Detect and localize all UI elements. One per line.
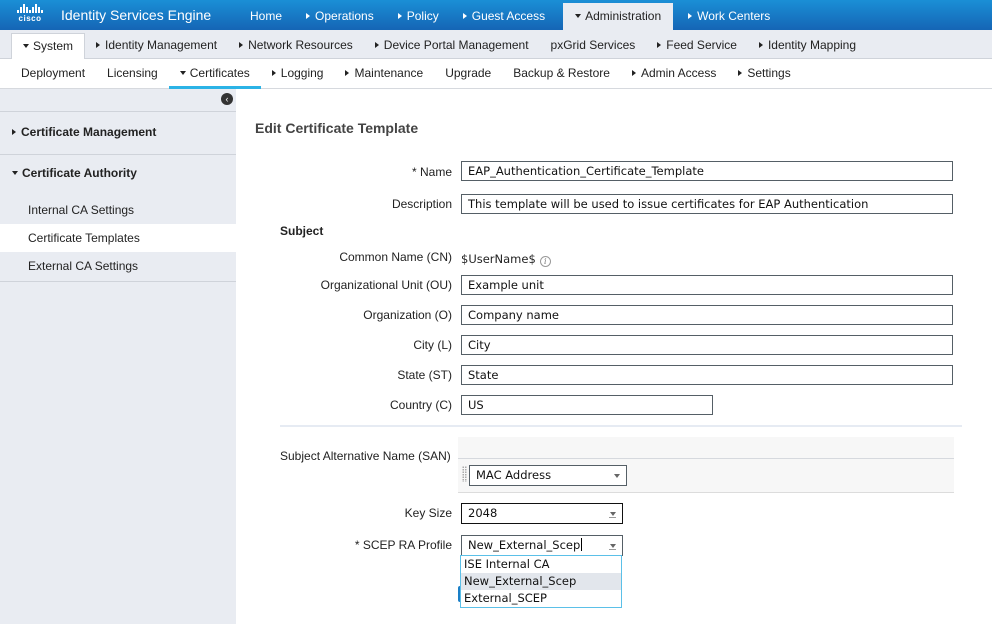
city-label: City (L) xyxy=(413,338,452,352)
scep-ra-profile-label: * SCEP RA Profile xyxy=(354,538,452,552)
name-label: * Name xyxy=(411,165,452,179)
sidebar-item-certificate-templates[interactable]: Certificate Templates xyxy=(0,224,236,252)
subnav-system[interactable]: System xyxy=(11,33,86,59)
tab-certificates[interactable]: Certificates xyxy=(168,59,261,89)
cisco-logo-icon: cisco xyxy=(10,4,50,26)
topnav-administration[interactable]: Administration xyxy=(563,3,674,30)
subject-heading: Subject xyxy=(280,224,324,238)
key-size-select[interactable]: 2048 xyxy=(461,503,623,524)
collapsed-arrow-icon xyxy=(271,70,276,76)
state-input[interactable]: State xyxy=(461,365,953,385)
expanded-arrow-icon xyxy=(12,171,18,175)
divider xyxy=(0,111,236,112)
chevron-down-icon xyxy=(614,474,620,478)
topnav-operations[interactable]: Operations xyxy=(294,3,386,30)
collapsed-arrow-icon xyxy=(738,70,743,76)
sidebar-section-certificate-management[interactable]: Certificate Management xyxy=(12,125,156,139)
top-header-bar: cisco Identity Services Engine Home Oper… xyxy=(0,0,992,30)
chevron-down-icon xyxy=(610,544,616,548)
tab-licensing[interactable]: Licensing xyxy=(96,59,169,88)
collapsed-arrow-icon xyxy=(758,42,763,48)
topnav-guest-access[interactable]: Guest Access xyxy=(451,3,557,30)
organization-input[interactable]: Company name xyxy=(461,305,953,325)
subnav-device-portal-management[interactable]: Device Portal Management xyxy=(364,33,540,59)
info-icon[interactable]: i xyxy=(539,256,551,267)
common-name-label: Common Name (CN) xyxy=(339,250,452,264)
main-content: Edit Certificate Template * Name EAP_Aut… xyxy=(236,89,992,624)
san-label: Subject Alternative Name (SAN) xyxy=(280,449,451,463)
tab-deployment[interactable]: Deployment xyxy=(10,59,96,88)
page-title: Edit Certificate Template xyxy=(255,120,419,136)
sidebar-item-external-ca-settings[interactable]: External CA Settings xyxy=(0,252,236,280)
topnav-home[interactable]: Home xyxy=(238,3,294,30)
tab-backup-restore[interactable]: Backup & Restore xyxy=(502,59,621,88)
country-label: Country (C) xyxy=(389,398,452,412)
collapsed-arrow-icon xyxy=(12,129,16,135)
section-divider xyxy=(280,425,962,427)
text-cursor xyxy=(581,538,583,551)
scep-ra-profile-combobox[interactable]: New_External_Scep xyxy=(461,535,623,556)
collapsed-arrow-icon xyxy=(345,70,350,76)
country-input[interactable]: US xyxy=(461,395,713,415)
organization-label: Organization (O) xyxy=(363,308,452,322)
chevron-down-icon xyxy=(610,512,616,516)
subnav-identity-mapping[interactable]: Identity Mapping xyxy=(748,33,867,59)
key-size-label: Key Size xyxy=(404,506,452,520)
city-input[interactable]: City xyxy=(461,335,953,355)
collapsed-arrow-icon xyxy=(688,13,693,19)
common-name-value: $UserName$ i xyxy=(461,252,551,267)
collapsed-arrow-icon xyxy=(96,42,101,48)
state-label: State (ST) xyxy=(397,368,452,382)
expanded-arrow-icon xyxy=(179,71,186,75)
collapsed-arrow-icon xyxy=(306,13,311,19)
dropdown-option[interactable]: External_SCEP xyxy=(461,590,621,607)
tab-admin-access[interactable]: Admin Access xyxy=(621,59,727,88)
dropdown-option-highlighted[interactable]: New_External_Scep xyxy=(461,573,621,590)
tab-settings[interactable]: Settings xyxy=(727,59,801,88)
app-title: Identity Services Engine xyxy=(61,7,212,23)
expanded-arrow-icon xyxy=(23,44,29,48)
expanded-arrow-icon xyxy=(575,14,582,18)
scep-ra-profile-dropdown: ISE Internal CA New_External_Scep Extern… xyxy=(460,555,622,608)
description-label: Description xyxy=(391,197,452,211)
san-type-select[interactable]: MAC Address xyxy=(469,465,627,486)
collapsed-arrow-icon xyxy=(462,13,467,19)
system-subnav: System Identity Management Network Resou… xyxy=(0,30,992,59)
tab-logging[interactable]: Logging xyxy=(261,59,335,88)
subnav-network-resources[interactable]: Network Resources xyxy=(228,33,364,59)
certificates-subnav: Deployment Licensing Certificates Loggin… xyxy=(0,59,992,89)
san-row: MAC Address xyxy=(458,459,954,493)
subnav-feed-service[interactable]: Feed Service xyxy=(646,33,748,59)
dropdown-option[interactable]: ISE Internal CA xyxy=(461,556,621,573)
sidebar-item-internal-ca-settings[interactable]: Internal CA Settings xyxy=(0,196,236,224)
org-unit-label: Organizational Unit (OU) xyxy=(320,278,452,292)
topnav-work-centers[interactable]: Work Centers xyxy=(676,3,782,30)
collapse-sidebar-icon[interactable]: ‹ xyxy=(221,93,233,105)
divider xyxy=(0,281,236,282)
subnav-pxgrid-services[interactable]: pxGrid Services xyxy=(540,33,647,59)
collapsed-arrow-icon xyxy=(657,42,662,48)
top-nav: Home Operations Policy Guest Access Admi… xyxy=(238,3,782,30)
tab-maintenance[interactable]: Maintenance xyxy=(334,59,434,88)
sidebar: ‹ Certificate Management Certificate Aut… xyxy=(0,89,236,624)
topnav-policy[interactable]: Policy xyxy=(386,3,451,30)
sidebar-section-certificate-authority[interactable]: Certificate Authority xyxy=(12,166,137,180)
collapsed-arrow-icon xyxy=(631,70,636,76)
divider xyxy=(0,154,236,155)
collapsed-arrow-icon xyxy=(239,42,244,48)
drag-handle-icon[interactable] xyxy=(462,466,467,482)
org-unit-input[interactable]: Example unit xyxy=(461,275,953,295)
collapsed-arrow-icon xyxy=(374,42,379,48)
description-input[interactable]: This template will be used to issue cert… xyxy=(461,194,953,214)
tab-upgrade[interactable]: Upgrade xyxy=(434,59,502,88)
collapsed-arrow-icon xyxy=(397,13,402,19)
subnav-identity-management[interactable]: Identity Management xyxy=(85,33,228,59)
san-list: MAC Address xyxy=(458,437,954,493)
name-input[interactable]: EAP_Authentication_Certificate_Template xyxy=(461,161,953,181)
